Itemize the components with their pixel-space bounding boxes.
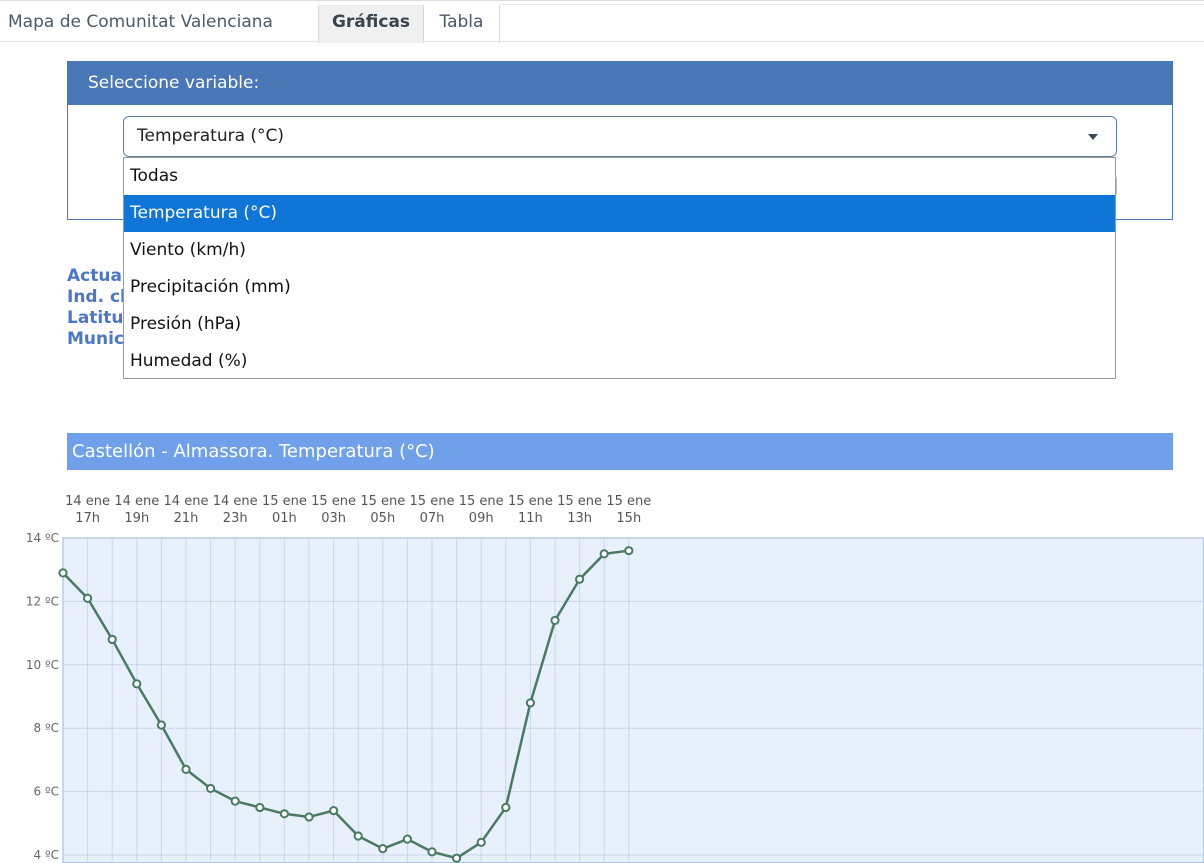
x-tick-label-hour: 11h [518,511,543,526]
x-tick-label-date: 15 ene [508,494,553,509]
data-point [83,593,93,603]
x-tick-label-date: 15 ene [410,494,455,509]
x-tick-label-date: 14 ene [114,494,159,509]
option-temperatura[interactable]: Temperatura (°C) [124,195,1115,232]
x-tick-label-date: 15 ene [360,494,405,509]
data-point [230,796,240,806]
x-tick-label-date: 14 ene [213,494,258,509]
data-point [575,574,585,584]
x-tick-label-hour: 17h [75,511,100,526]
x-tick-label-hour: 05h [370,511,395,526]
data-point [156,720,166,730]
x-tick-label-hour: 01h [272,511,297,526]
x-tick-label-hour: 07h [420,511,445,526]
data-point [550,615,560,626]
data-point [624,546,634,556]
data-point [402,834,412,844]
data-point [132,679,142,689]
data-point [501,802,511,813]
x-tick-label-hour: 13h [567,511,592,526]
data-point [329,806,339,816]
y-tick-label: 8 ºC [34,721,59,735]
y-tick-label: 10 ºC [26,658,59,672]
y-tick-label: 12 ºC [26,594,59,608]
data-point [353,831,363,841]
x-tick-label-hour: 23h [223,511,248,526]
plot-area [62,537,1204,863]
variable-dropdown-list: Todas Temperatura (°C) Viento (km/h) Pre… [123,157,1116,379]
x-tick-label-date: 14 ene [65,494,110,509]
y-tick-label: 14 ºC [26,531,59,545]
x-tick-label-date: 14 ene [164,494,209,509]
data-point [107,634,117,645]
data-point [58,568,68,578]
data-point [181,764,191,775]
data-point [304,812,314,822]
data-point [279,809,289,819]
option-todas[interactable]: Todas [124,158,1115,195]
data-point [452,853,462,863]
data-point [427,847,437,857]
x-tick-label-hour: 09h [469,511,494,526]
x-tick-label-hour: 03h [321,511,346,526]
data-point [525,698,536,708]
option-presion[interactable]: Presión (hPa) [124,306,1115,343]
y-tick-label: 6 ºC [34,785,59,799]
data-point [378,844,388,854]
x-tick-label-hour: 21h [174,511,199,526]
temperature-chart: 14 ºC 12 ºC 10 ºC 8 ºC 6 ºC 4 ºC 14 ene 17h 14 e… [26,494,1204,863]
option-humedad[interactable]: Humedad (%) [124,343,1115,380]
y-tick-label: 4 ºC [34,848,59,862]
x-tick-label-hour: 15h [616,511,641,526]
data-point [255,802,265,813]
data-point [206,783,216,794]
x-tick-label-date: 15 ene [262,494,307,509]
x-tick-label-date: 15 ene [606,494,651,509]
data-point [599,549,609,559]
x-tick-label-date: 15 ene [557,494,602,509]
option-precipitacion[interactable]: Precipitación (mm) [124,269,1115,306]
option-viento[interactable]: Viento (km/h) [124,232,1115,269]
x-tick-label-date: 15 ene [459,494,504,509]
data-point [476,837,486,847]
x-tick-label-hour: 19h [124,511,149,526]
x-tick-label-date: 15 ene [311,494,356,509]
